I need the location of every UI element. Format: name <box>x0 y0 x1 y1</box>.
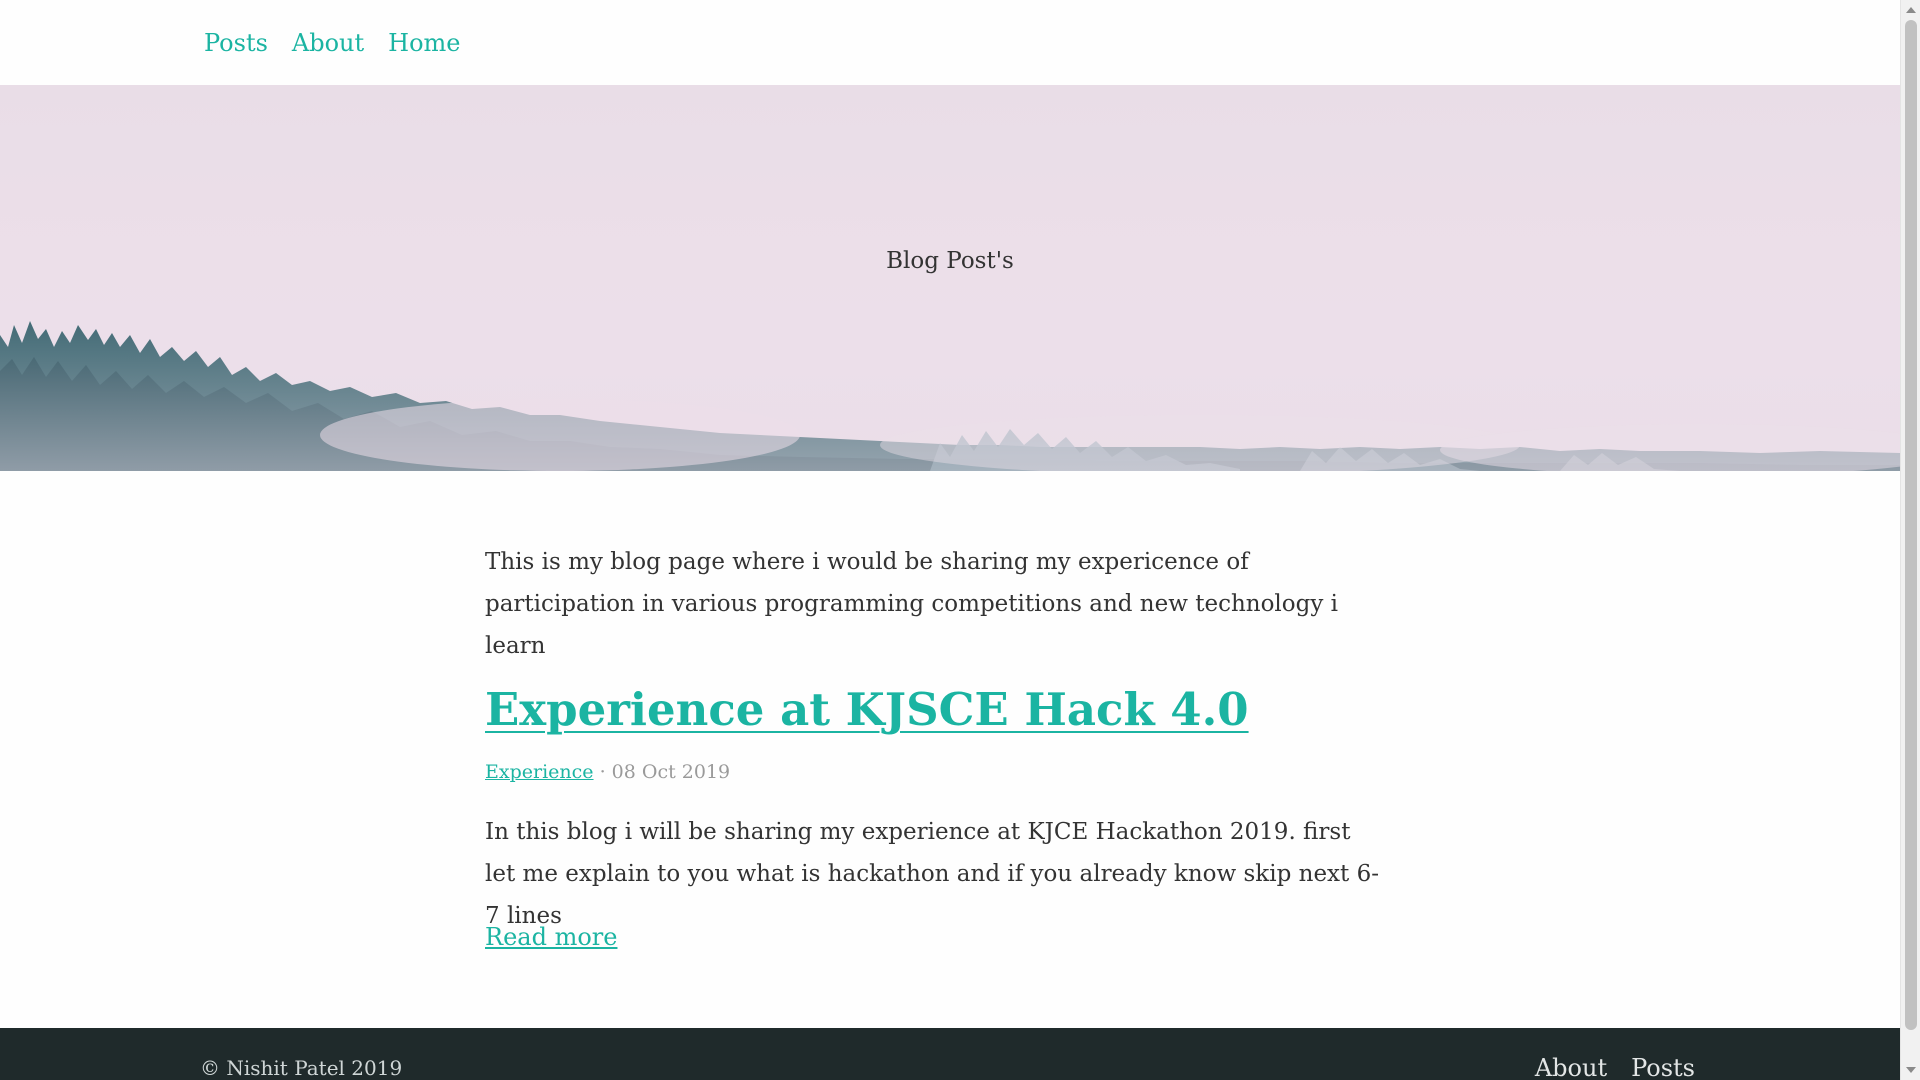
scrollbar-thumb[interactable] <box>1905 20 1917 1030</box>
footer-copyright: © Nishit Patel 2019 <box>200 1056 403 1080</box>
post-excerpt: In this blog i will be sharing my experi… <box>485 819 1379 929</box>
scroll-up-arrow-icon[interactable] <box>1906 7 1916 13</box>
page: Posts About Home Blog Post's This is my … <box>0 0 1920 1080</box>
post-meta: Experience · 08 Oct 2019 <box>485 761 730 783</box>
post-title-link[interactable]: Experience at KJSCE Hack 4.0 <box>485 683 1249 736</box>
hero-banner: Blog Post's <box>0 85 1900 471</box>
hero-title: Blog Post's <box>886 248 1014 274</box>
footer: © Nishit Patel 2019 About Posts <box>0 1028 1900 1080</box>
nav-link-home[interactable]: Home <box>388 29 460 57</box>
read-more-link[interactable]: Read more <box>485 923 617 951</box>
nav-link-about[interactable]: About <box>292 29 364 57</box>
nav-link-posts[interactable]: Posts <box>204 29 268 57</box>
intro-text: This is my blog page where i would be sh… <box>485 549 1339 659</box>
scroll-down-arrow-icon[interactable] <box>1906 1067 1916 1073</box>
footer-links: About Posts <box>1511 1054 1695 1080</box>
footer-link-about[interactable]: About <box>1535 1054 1607 1080</box>
vertical-scrollbar[interactable] <box>1900 0 1920 1080</box>
misty-forest-image <box>0 285 1900 471</box>
top-navigation: Posts About Home <box>0 0 1900 85</box>
footer-link-posts[interactable]: Posts <box>1631 1054 1695 1080</box>
post-tag-link[interactable]: Experience <box>485 761 594 783</box>
post-date: · 08 Oct 2019 <box>599 761 731 783</box>
